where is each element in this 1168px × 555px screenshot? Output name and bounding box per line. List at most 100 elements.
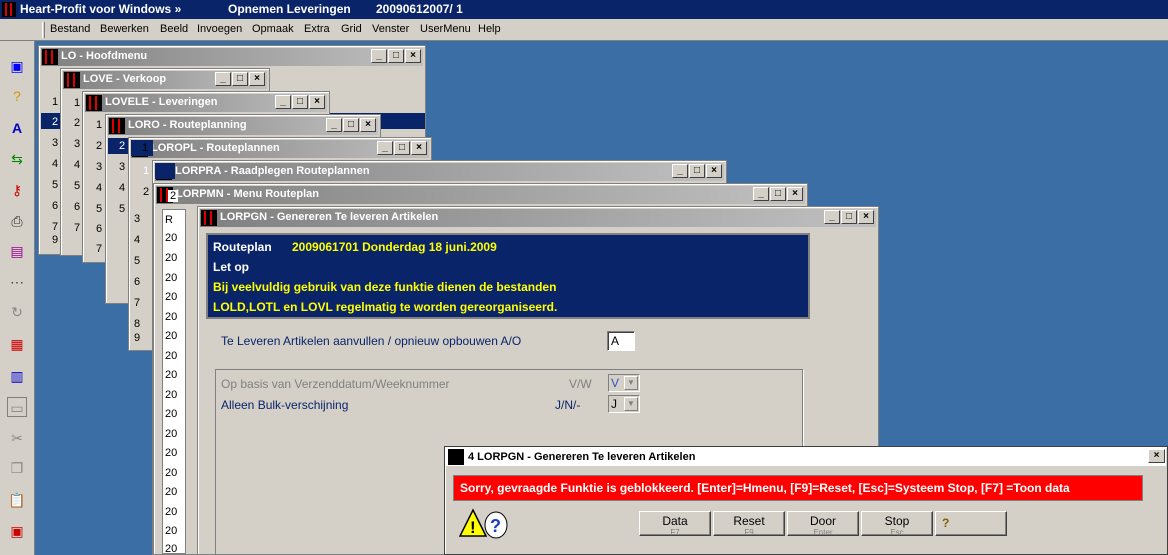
lovele-item-num[interactable]: 2 bbox=[96, 140, 102, 152]
loro-item-num[interactable]: 5 bbox=[119, 203, 125, 215]
maximize-icon[interactable]: □ bbox=[689, 164, 705, 178]
window-lorpmn-titlebar[interactable]: LORPMN - Menu Routeplan _ □ × bbox=[156, 186, 805, 204]
lorpmn-row[interactable]: 20 bbox=[165, 506, 177, 518]
maximize-icon[interactable]: □ bbox=[841, 210, 857, 224]
lorpmn-list[interactable]: R 20 20 20 20 20 20 20 20 20 20 20 20 20… bbox=[162, 209, 186, 555]
menu-venster[interactable]: Venster bbox=[372, 23, 409, 35]
close-icon[interactable]: × bbox=[1148, 449, 1165, 463]
report-icon[interactable]: ▣ bbox=[7, 56, 27, 76]
minimize-icon[interactable]: _ bbox=[672, 164, 688, 178]
minimize-icon[interactable]: _ bbox=[824, 210, 840, 224]
error-dialog[interactable]: 4 LORPGN - Genereren Te leveren Artikele… bbox=[444, 446, 1168, 555]
loro-item-num[interactable]: 3 bbox=[119, 161, 125, 173]
love-item-num[interactable]: 1 bbox=[74, 97, 80, 109]
window-loropl-titlebar[interactable]: LOROPL - Routeplannen _ □ × bbox=[131, 140, 429, 158]
love-item-num[interactable]: 7 bbox=[74, 222, 80, 234]
maximize-icon[interactable]: □ bbox=[232, 72, 248, 86]
loro-item-num[interactable]: 2 bbox=[119, 140, 125, 152]
help-icon[interactable]: ? bbox=[7, 86, 27, 106]
lo-item-num[interactable]: 7 bbox=[52, 221, 58, 233]
close-icon[interactable]: × bbox=[411, 141, 427, 155]
reset-button[interactable]: Reset F9 bbox=[713, 511, 785, 537]
love-item-num[interactable]: 2 bbox=[74, 117, 80, 129]
maximize-icon[interactable]: □ bbox=[292, 95, 308, 109]
error-dialog-titlebar[interactable]: 4 LORPGN - Genereren Te leveren Artikele… bbox=[446, 448, 1166, 466]
calculator-icon[interactable]: ▤ bbox=[7, 241, 27, 261]
refresh-icon[interactable]: ↻ bbox=[7, 302, 27, 322]
lorpmn-row[interactable]: 20 bbox=[165, 447, 177, 459]
window-love-titlebar[interactable]: LOVE - Verkoop _ □ × bbox=[63, 71, 267, 89]
menu-usermenu[interactable]: UserMenu bbox=[420, 23, 471, 35]
loropl-item-num[interactable]: 6 bbox=[134, 276, 140, 288]
lorpmn-row[interactable]: 20 bbox=[165, 369, 177, 381]
loropl-item-num[interactable]: 8 bbox=[134, 318, 140, 330]
spelling-icon[interactable]: A bbox=[7, 118, 27, 138]
lorpra-selected-row[interactable] bbox=[155, 163, 175, 179]
close-icon[interactable]: × bbox=[249, 72, 265, 86]
lorpmn-row[interactable]: 20 bbox=[165, 330, 177, 342]
lorpmn-row[interactable]: 20 bbox=[165, 428, 177, 440]
lorpmn-row[interactable]: 20 bbox=[165, 543, 177, 555]
lorpmn-row[interactable]: 20 bbox=[165, 252, 177, 264]
maximize-icon[interactable]: □ bbox=[343, 118, 359, 132]
copy-icon[interactable]: ❐ bbox=[7, 458, 27, 478]
lo-item-num[interactable]: 4 bbox=[52, 158, 58, 170]
lovele-item-num[interactable]: 1 bbox=[96, 119, 102, 131]
lo-item-num[interactable]: 1 bbox=[52, 96, 58, 108]
help-button[interactable]: ? bbox=[935, 511, 1007, 536]
minimize-icon[interactable]: _ bbox=[215, 72, 231, 86]
lorpmn-row[interactable]: 20 bbox=[165, 467, 177, 479]
window-loro-titlebar[interactable]: LORO - Routeplanning _ □ × bbox=[108, 117, 378, 135]
data-button[interactable]: Data F7 bbox=[639, 511, 711, 537]
lorpmn-field[interactable]: 2 bbox=[168, 190, 179, 202]
loropl-item-num[interactable]: 3 bbox=[134, 213, 140, 225]
door-button[interactable]: Door Enter bbox=[787, 511, 859, 537]
minimize-icon[interactable]: _ bbox=[371, 49, 387, 63]
lorpmn-row[interactable]: 20 bbox=[165, 350, 177, 362]
lorpmn-row[interactable]: 20 bbox=[165, 291, 177, 303]
loropl-item-num[interactable]: 9 bbox=[134, 332, 140, 344]
minimize-icon[interactable]: _ bbox=[275, 95, 291, 109]
lorpra-item-num[interactable]: 1 bbox=[143, 165, 149, 177]
loropl-item-num[interactable]: 7 bbox=[134, 297, 140, 309]
loropl-item-num[interactable]: 4 bbox=[134, 234, 140, 246]
window-lo-titlebar[interactable]: LO - Hoofdmenu _ □ × bbox=[41, 48, 423, 66]
menu-invoegen[interactable]: Invoegen bbox=[197, 23, 242, 35]
lorpmn-row[interactable]: 20 bbox=[165, 486, 177, 498]
menu-bewerken[interactable]: Bewerken bbox=[100, 23, 149, 35]
window-lovele-titlebar[interactable]: LOVELE - Leveringen _ □ × bbox=[85, 94, 327, 112]
love-item-num[interactable]: 6 bbox=[74, 201, 80, 213]
menu-opmaak[interactable]: Opmaak bbox=[252, 23, 294, 35]
minimize-icon[interactable]: _ bbox=[326, 118, 342, 132]
lo-item-num[interactable]: 9 bbox=[52, 234, 58, 246]
love-item-num[interactable]: 3 bbox=[74, 138, 80, 150]
maximize-icon[interactable]: □ bbox=[394, 141, 410, 155]
loropl-item-num[interactable]: 5 bbox=[134, 255, 140, 267]
lo-item-num[interactable]: 6 bbox=[52, 200, 58, 212]
minimize-icon[interactable]: _ bbox=[377, 141, 393, 155]
window-lorpra-titlebar[interactable]: LORPRA - Raadplegen Routeplannen _ □ × bbox=[155, 163, 724, 181]
rebuild-mode-input[interactable]: A bbox=[607, 331, 635, 351]
menu-beeld[interactable]: Beeld bbox=[160, 23, 188, 35]
basis-select[interactable]: V ▼ bbox=[608, 374, 640, 392]
love-item-num[interactable]: 4 bbox=[74, 159, 80, 171]
close-icon[interactable]: × bbox=[706, 164, 722, 178]
key-icon[interactable]: ⚷ bbox=[7, 180, 27, 200]
lorpmn-row[interactable]: 20 bbox=[165, 232, 177, 244]
maximize-icon[interactable]: □ bbox=[770, 187, 786, 201]
lo-item-num[interactable]: 3 bbox=[52, 137, 58, 149]
lorpmn-row[interactable]: 20 bbox=[165, 311, 177, 323]
lorpmn-row[interactable]: 20 bbox=[165, 408, 177, 420]
menu-grid[interactable]: Grid bbox=[341, 23, 362, 35]
lorpmn-row[interactable]: 20 bbox=[165, 389, 177, 401]
close-icon[interactable]: × bbox=[405, 49, 421, 63]
close-icon[interactable]: × bbox=[787, 187, 803, 201]
lo-item-num[interactable]: 5 bbox=[52, 179, 58, 191]
lorpmn-row[interactable]: 20 bbox=[165, 272, 177, 284]
chevron-down-icon[interactable]: ▼ bbox=[624, 376, 638, 390]
menu-help[interactable]: Help bbox=[478, 23, 501, 35]
stop-button[interactable]: Stop Esc bbox=[861, 511, 933, 537]
dots-icon[interactable]: ⋯ bbox=[7, 272, 27, 292]
import-icon[interactable]: ⇆ bbox=[7, 149, 27, 169]
loro-item-num[interactable]: 4 bbox=[119, 182, 125, 194]
